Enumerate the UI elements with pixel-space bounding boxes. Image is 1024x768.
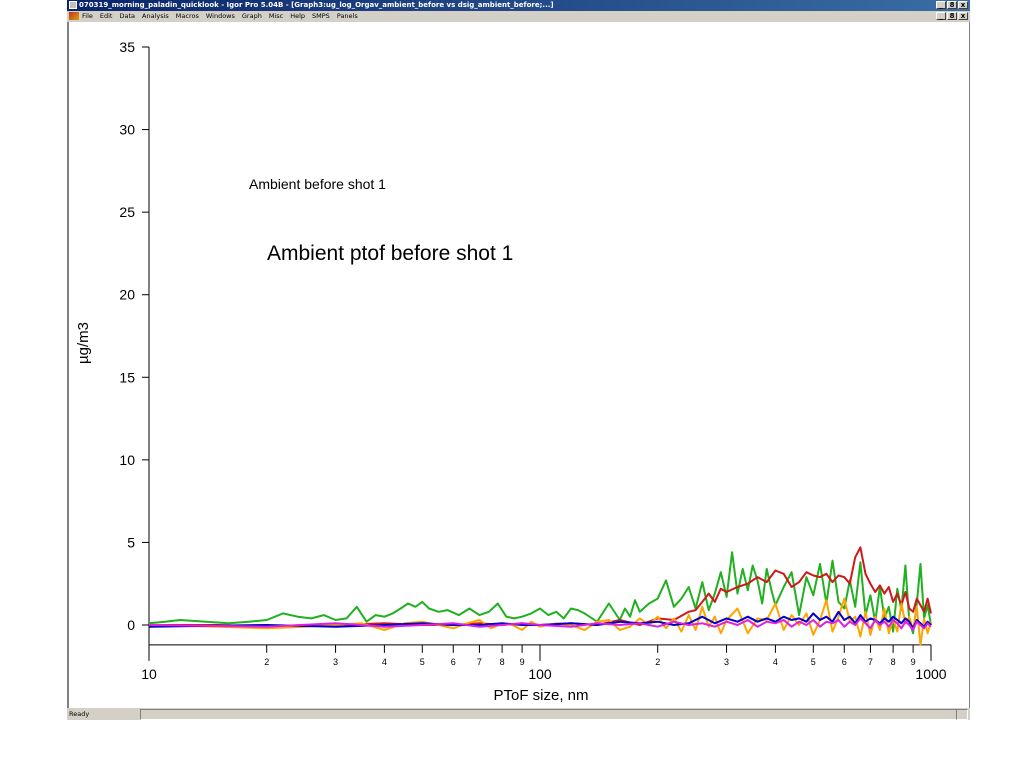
y-tick-label: 25: [119, 204, 135, 220]
series-group: [148, 546, 932, 646]
status-bar: Ready: [67, 708, 970, 720]
x-minor-tick-label: 6: [451, 657, 456, 667]
x-minor-tick-label: 8: [891, 657, 896, 667]
x-minor-tick-label: 2: [655, 657, 660, 667]
y-tick-label: 20: [119, 287, 135, 303]
x-axis: 102 3 4 5 6 7 8 91002 3 4 5 6 7 8 91000: [141, 644, 947, 682]
chart: 05101520253035 102 3 4 5 6 7 8 91002 3 4 5 6 7 8 91000…: [75, 39, 947, 704]
x-minor-tick-label: 3: [333, 657, 338, 667]
x-major-tick-label: 10: [141, 666, 157, 682]
resize-grip[interactable]: [956, 709, 968, 720]
x-minor-tick-label: 5: [811, 657, 816, 667]
y-tick-label: 10: [119, 452, 135, 468]
x-minor-tick-label: 7: [868, 657, 873, 667]
x-minor-tick-label: 8: [500, 657, 505, 667]
x-minor-tick-label: 5: [420, 657, 425, 667]
x-minor-tick-label: 2: [264, 657, 269, 667]
chart-title: Ambient ptof before shot 1: [267, 242, 513, 265]
x-minor-tick-label: 9: [520, 657, 525, 667]
status-panel: [140, 709, 957, 720]
y-axis: 0 5 10 15 20 25 30 35: [119, 39, 150, 645]
y-tick-label: 0: [127, 617, 135, 633]
x-axis-label: PToF size, nm: [493, 687, 588, 704]
x-minor-tick-label: 3: [724, 657, 729, 667]
y-tick-label: 5: [127, 534, 135, 550]
status-text: Ready: [69, 710, 90, 718]
x-minor-tick-label: 7: [477, 657, 482, 667]
x-minor-tick-label: 4: [773, 657, 778, 667]
x-minor-tick-label: 4: [382, 657, 387, 667]
x-minor-tick-label: 6: [842, 657, 847, 667]
y-tick-label: 15: [119, 369, 135, 385]
x-major-tick-label: 100: [528, 666, 552, 682]
chart-subtitle: Ambient before shot 1: [249, 176, 386, 192]
y-tick-label: 30: [119, 122, 135, 138]
x-major-tick-label: 1000: [915, 666, 946, 682]
y-tick-label: 35: [119, 39, 135, 55]
y-axis-label: µg/m3: [75, 322, 92, 364]
